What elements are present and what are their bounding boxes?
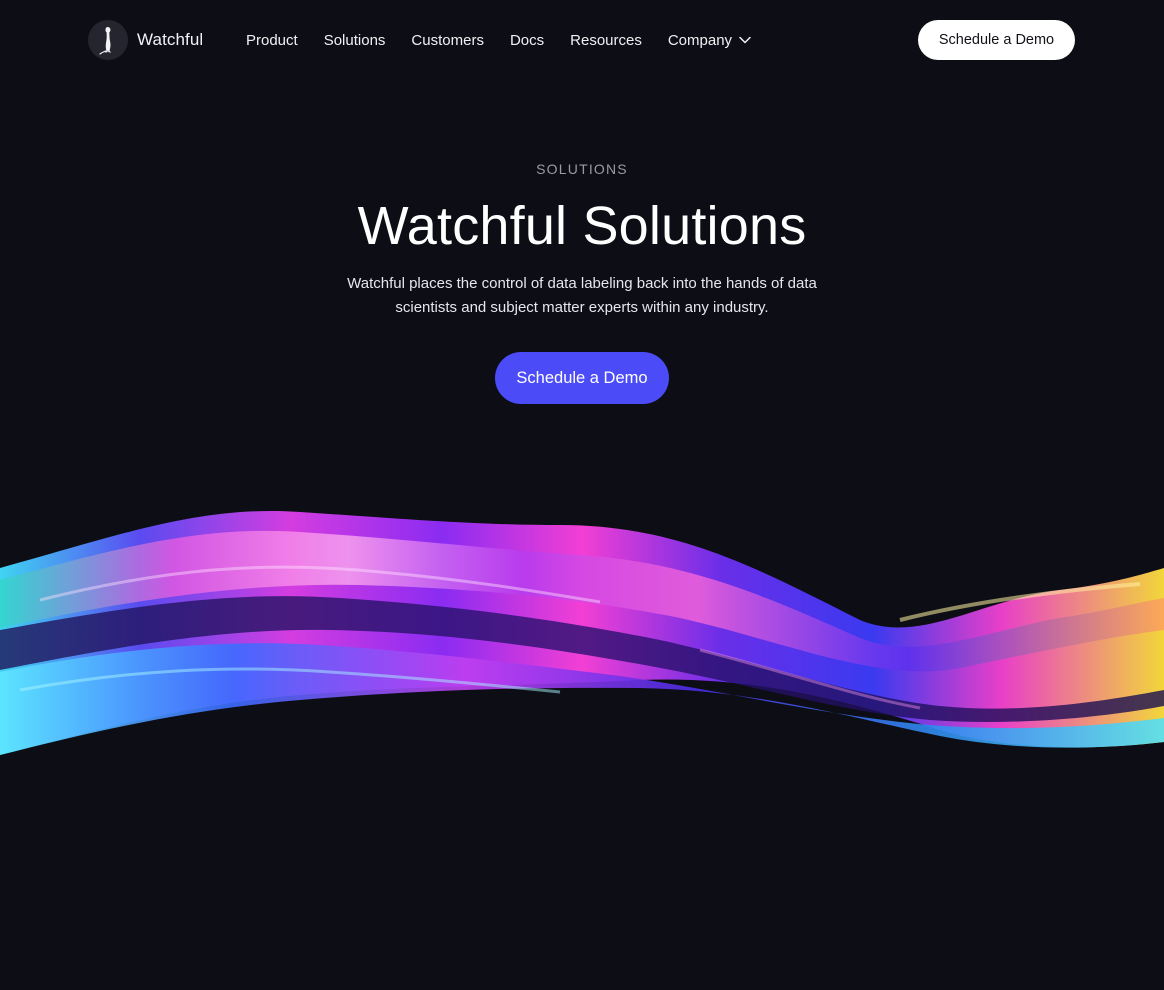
nav-item-solutions[interactable]: Solutions xyxy=(324,32,386,49)
meerkat-logo-icon xyxy=(88,20,128,60)
nav-item-customers[interactable]: Customers xyxy=(411,32,484,49)
chevron-down-icon xyxy=(739,36,751,44)
nav-item-docs[interactable]: Docs xyxy=(510,32,544,49)
hero-subtitle: Watchful places the control of data labe… xyxy=(347,275,817,316)
hero-schedule-demo-button[interactable]: Schedule a Demo xyxy=(495,352,669,404)
nav-item-company[interactable]: Company xyxy=(668,32,751,49)
iridescent-ribbon-image xyxy=(0,510,1164,755)
nav-item-product[interactable]: Product xyxy=(246,32,298,49)
top-nav: Watchful Product Solutions Customers Doc… xyxy=(0,0,1164,80)
nav-item-label: Company xyxy=(667,31,733,49)
page-title: Watchful Solutions xyxy=(357,196,807,256)
header-schedule-demo-button[interactable]: Schedule a Demo xyxy=(918,20,1075,60)
brand-name: Watchful xyxy=(137,30,204,49)
brand-link[interactable]: Watchful xyxy=(88,20,203,60)
hero-eyebrow: SOLUTIONS xyxy=(536,161,628,177)
nav-item-resources[interactable]: Resources xyxy=(570,32,642,49)
nav-item-label: Resources xyxy=(570,31,642,49)
main-menu: Product Solutions Customers Docs Resourc… xyxy=(246,28,751,52)
nav-item-label: Customers xyxy=(411,31,484,49)
nav-item-label: Product xyxy=(246,31,298,49)
nav-item-label: Solutions xyxy=(323,31,386,49)
nav-item-label: Docs xyxy=(509,31,545,49)
